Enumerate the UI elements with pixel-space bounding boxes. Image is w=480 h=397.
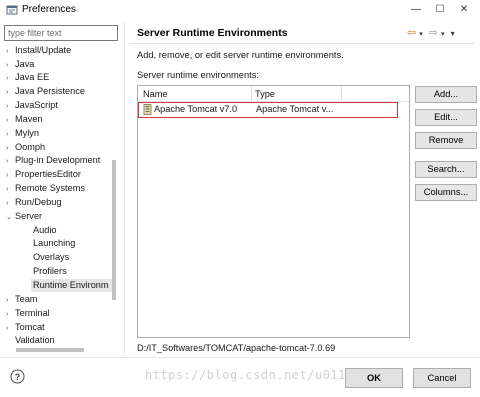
tree-item-profilers[interactable]: Profilers	[33, 265, 67, 278]
tree-item-label: Validation	[15, 335, 55, 344]
tree-item-label: Server	[15, 211, 43, 221]
tree-item-overlays[interactable]: Overlays	[33, 251, 69, 264]
tree-item-javascript[interactable]: › JavaScript	[6, 99, 58, 112]
tree-item-remote-systems[interactable]: › Remote Systems	[6, 182, 85, 195]
expand-arrow-icon[interactable]: ›	[6, 100, 15, 113]
tree-item-label: JavaScript	[15, 100, 58, 110]
tree-item-plugin-development[interactable]: › Plug-in Development	[6, 154, 100, 167]
tree-horizontal-scrollbar[interactable]	[16, 348, 84, 352]
back-arrow-icon[interactable]: ⇦	[407, 26, 416, 39]
tree-item-oomph[interactable]: › Oomph	[6, 141, 45, 154]
list-label: Server runtime environments:	[137, 70, 259, 80]
title-bar: Preferences — ☐ ✕	[0, 0, 480, 20]
tree-item-launching[interactable]: Launching	[33, 237, 75, 250]
tree-item-java[interactable]: › Java	[6, 58, 34, 71]
column-header-name[interactable]: Name	[139, 88, 251, 101]
tree-item-java-persistence[interactable]: › Java Persistence	[6, 85, 85, 98]
tree-item-label: Install/Update	[15, 45, 72, 55]
minimize-button[interactable]: —	[404, 1, 428, 18]
columns-button[interactable]: Columns...	[415, 184, 477, 201]
tree-item-label: Overlays	[33, 252, 70, 262]
tree-item-label: Java	[15, 59, 35, 69]
column-separator	[341, 86, 342, 101]
title-separator	[130, 43, 475, 44]
page-description: Add, remove, or edit server runtime envi…	[137, 50, 344, 60]
tree-item-java-ee[interactable]: › Java EE	[6, 71, 49, 84]
preferences-icon	[6, 5, 18, 15]
tree-item-audio[interactable]: Audio	[33, 224, 57, 237]
window-title: Preferences	[22, 4, 76, 15]
expand-arrow-icon[interactable]: ›	[6, 128, 15, 141]
tree-item-mylyn[interactable]: › Mylyn	[6, 127, 39, 140]
expand-arrow-icon[interactable]: ›	[6, 197, 15, 210]
tree-item-terminal[interactable]: › Terminal	[6, 307, 50, 320]
help-icon[interactable]: ?	[10, 369, 25, 384]
svg-text:?: ?	[15, 372, 21, 382]
page-navigation: ⇦ ▾ ⇨ ▾ ▾	[407, 26, 458, 40]
footer-separator	[0, 357, 480, 358]
dropdown-icon[interactable]: ▾	[441, 30, 445, 38]
ok-button[interactable]: OK	[345, 368, 403, 388]
runtime-path: D:/IT_Softwares/TOMCAT/apache-tomcat-7.0…	[137, 343, 336, 353]
tree-item-label: Java EE	[15, 72, 50, 82]
filter-input[interactable]	[4, 25, 118, 41]
tree-item-label: Team	[15, 294, 38, 304]
tree-item-label: Plug-in Development	[15, 155, 101, 165]
row-highlight	[138, 102, 398, 118]
forward-arrow-icon[interactable]: ⇨	[429, 26, 438, 39]
tree-item-label: Maven	[15, 114, 43, 124]
tree-item-label: PropertiesEditor	[15, 169, 81, 179]
expand-arrow-icon[interactable]: ›	[6, 183, 15, 196]
tree-item-maven[interactable]: › Maven	[6, 113, 43, 126]
tree-item-team[interactable]: › Team	[6, 293, 37, 306]
tree-item-run-debug[interactable]: › Run/Debug	[6, 196, 61, 209]
tree-item-runtime-environments[interactable]: Runtime Environm	[31, 279, 112, 292]
tree-item-validation[interactable]: Validation	[6, 334, 55, 344]
expand-arrow-icon[interactable]: ›	[6, 72, 15, 85]
tree-vertical-scrollbar[interactable]	[112, 160, 116, 300]
panel-divider[interactable]	[124, 22, 125, 356]
tree-item-label: Java Persistence	[15, 86, 85, 96]
expand-arrow-icon[interactable]: ›	[6, 86, 15, 99]
expand-arrow-icon[interactable]: ›	[6, 155, 15, 168]
dropdown-icon[interactable]: ▾	[419, 30, 423, 38]
maximize-button[interactable]: ☐	[428, 1, 452, 18]
remove-button[interactable]: Remove	[415, 132, 477, 149]
tree-item-label: Mylyn	[15, 128, 39, 138]
cancel-button[interactable]: Cancel	[413, 368, 471, 388]
collapse-arrow-icon[interactable]: ⌄	[6, 211, 15, 224]
preferences-tree[interactable]: › Install/Update › Java › Java EE › Java Per…	[4, 44, 118, 344]
tree-item-properties-editor[interactable]: › PropertiesEditor	[6, 168, 81, 181]
tree-item-install-update[interactable]: › Install/Update	[6, 44, 71, 57]
tree-item-label: Audio	[33, 225, 57, 235]
edit-button[interactable]: Edit...	[415, 109, 477, 126]
close-button[interactable]: ✕	[452, 1, 476, 18]
expand-arrow-icon[interactable]: ›	[6, 294, 15, 307]
tree-item-label: Oomph	[15, 142, 46, 152]
tree-item-label: Remote Systems	[15, 183, 85, 193]
tree-item-server[interactable]: ⌄ Server	[6, 210, 42, 223]
runtime-table[interactable]: Name Type Apache Tomcat v7.0 Apache Tomc…	[137, 85, 410, 338]
tree-item-label: Launching	[33, 238, 76, 248]
tree-item-label: Profilers	[33, 266, 67, 276]
tree-item-tomcat[interactable]: › Tomcat	[6, 321, 45, 334]
expand-arrow-icon[interactable]: ›	[6, 308, 15, 321]
view-menu-icon[interactable]: ▾	[451, 29, 455, 38]
tree-item-label: Terminal	[15, 308, 50, 318]
tree-item-label: Runtime Environm	[33, 280, 109, 290]
tree-item-label: Tomcat	[15, 322, 45, 332]
column-header-type[interactable]: Type	[251, 88, 341, 101]
add-button[interactable]: Add...	[415, 86, 477, 103]
expand-arrow-icon[interactable]: ›	[6, 114, 15, 127]
expand-arrow-icon[interactable]: ›	[6, 45, 15, 58]
page-title: Server Runtime Environments	[137, 27, 288, 39]
search-button[interactable]: Search...	[415, 161, 477, 178]
tree-item-label: Run/Debug	[15, 197, 62, 207]
expand-arrow-icon[interactable]: ›	[6, 169, 15, 182]
